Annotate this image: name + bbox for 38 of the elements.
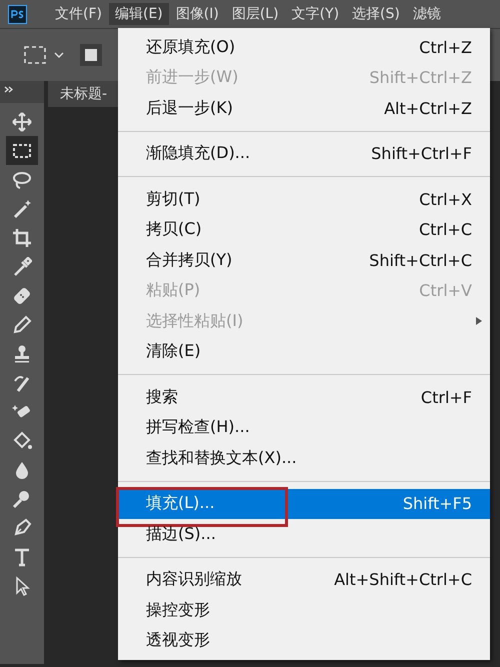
tool-button[interactable] — [6, 136, 38, 165]
stamp-icon — [12, 344, 32, 364]
menu-bar-item[interactable]: 文件(F) — [49, 3, 108, 25]
menu-item[interactable]: 剪切(T) Ctrl+X — [118, 184, 490, 214]
menu-item[interactable]: 内容识别缩放 Alt+Shift+Ctrl+C — [118, 564, 490, 595]
menu-item[interactable]: 合并拷贝(Y) Shift+Ctrl+C — [118, 245, 490, 276]
menu-item[interactable]: 清除(E) — [118, 336, 490, 367]
marquee-icon[interactable] — [24, 46, 46, 64]
menu-item[interactable]: 描边(S)... — [118, 519, 490, 550]
menu-bar-item[interactable]: 图层(L) — [226, 3, 285, 25]
menu-bar-item[interactable]: 文字(Y) — [286, 3, 346, 25]
menu-item[interactable]: 透视变形 — [118, 626, 490, 656]
lasso-icon — [12, 170, 32, 190]
app-logo — [8, 4, 27, 24]
menu-bar-item[interactable]: 选择(S) — [346, 3, 406, 25]
menu-item[interactable]: 渐隐填充(D)... Shift+Ctrl+F — [118, 138, 490, 169]
menu-item[interactable]: 搜索 Ctrl+F — [118, 382, 490, 412]
menu-item[interactable]: 拼写检查(H)... — [118, 412, 490, 443]
crop-icon — [12, 228, 32, 248]
menu-item[interactable]: 填充(L)... Shift+F5 — [118, 488, 490, 519]
caret-icon[interactable] — [54, 51, 64, 59]
magnifier-icon — [12, 488, 32, 508]
menu-item[interactable]: 拷贝(C) Ctrl+C — [118, 214, 490, 245]
magic-wand-icon — [12, 198, 32, 218]
menu-bar-item[interactable]: 编辑(E) — [108, 3, 169, 25]
paint-bucket-icon — [12, 430, 32, 450]
menu-bar-item[interactable]: 图像(I) — [170, 3, 225, 25]
eyedropper-icon — [12, 256, 32, 276]
expand-icon[interactable] — [4, 86, 14, 93]
menu-item[interactable]: 操控变形 — [118, 595, 490, 626]
menu-item[interactable]: 还原填充(O) Ctrl+Z — [118, 32, 490, 62]
pencil-icon — [12, 314, 32, 334]
text-tool-icon — [12, 546, 32, 566]
pen-icon — [12, 518, 32, 538]
menu-item[interactable]: 查找和替换文本(X)... — [118, 443, 490, 474]
new-selection-button[interactable] — [80, 44, 102, 66]
move-icon — [12, 112, 32, 132]
menu-bar-item[interactable]: 滤镜 — [406, 3, 447, 25]
